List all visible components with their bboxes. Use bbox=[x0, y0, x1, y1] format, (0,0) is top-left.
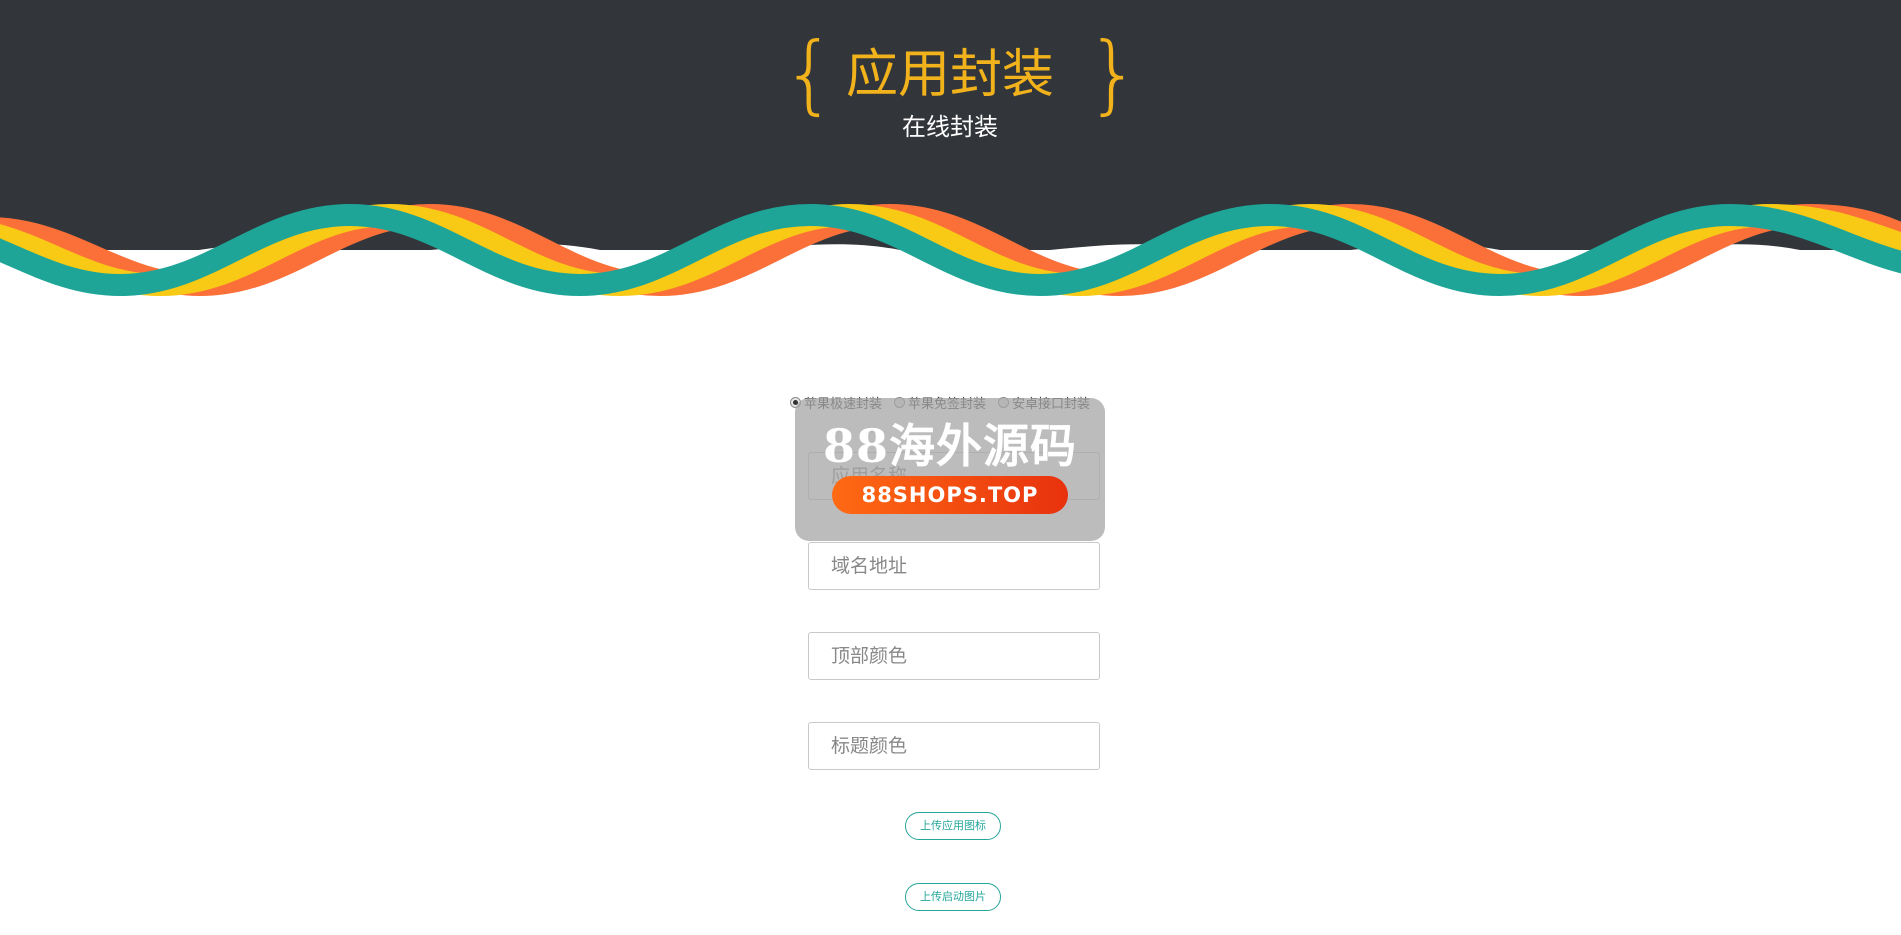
top-color-input[interactable] bbox=[808, 632, 1100, 680]
brace-right: } bbox=[1086, 24, 1141, 124]
upload-splash-image-button[interactable]: 上传启动图片 bbox=[905, 883, 1001, 911]
watermark-overlay: 88海外源码 88SHOPS.TOP bbox=[795, 398, 1105, 541]
watermark-text: 88海外源码 bbox=[822, 419, 1077, 473]
page-header: { 应用封装 } 在线封装 bbox=[0, 0, 1901, 300]
page-title: 应用封装 bbox=[845, 45, 1054, 105]
title-color-input[interactable] bbox=[808, 722, 1100, 770]
page-subtitle: 在线封装 bbox=[902, 113, 998, 141]
watermark-url-badge: 88SHOPS.TOP bbox=[832, 476, 1068, 514]
domain-input[interactable] bbox=[808, 542, 1100, 590]
upload-app-icon-button[interactable]: 上传应用图标 bbox=[905, 812, 1001, 840]
